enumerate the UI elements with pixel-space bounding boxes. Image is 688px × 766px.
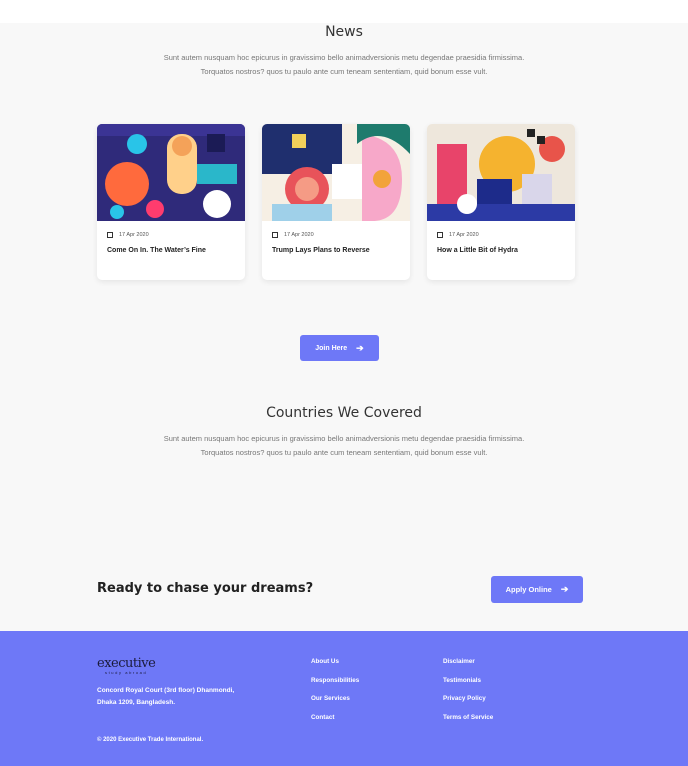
footer-link-disclaimer[interactable]: Disclaimer [443, 658, 493, 677]
news-title: News [325, 24, 363, 40]
cta-heading: Ready to chase your dreams? [97, 581, 314, 596]
footer-link-our-services[interactable]: Our Services [311, 695, 359, 714]
join-here-label: Join Here [315, 344, 348, 352]
news-desc-line1: Sunt autem nusquam hoc epicurus in gravi… [163, 53, 525, 62]
news-description: Sunt autem nusquam hoc epicurus in gravi… [130, 51, 558, 79]
news-card[interactable]: 17 Apr 2020 Come On In. The Water’s Fine [97, 124, 245, 280]
card-title[interactable]: Trump Lays Plans to Reverse [272, 247, 370, 254]
footer-links-col1: About Us Responsibilities Our Services C… [311, 658, 359, 732]
countries-description: Sunt autem nusquam hoc epicurus in gravi… [130, 432, 558, 460]
news-card[interactable]: 17 Apr 2020 How a Little Bit of Hydra [427, 124, 575, 280]
card-date: 17 Apr 2020 [437, 232, 479, 238]
logo-text: executive [97, 656, 156, 671]
footer-link-testimonials[interactable]: Testimonials [443, 677, 493, 696]
copyright: © 2020 Executive Trade International. [97, 737, 204, 743]
card-date: 17 Apr 2020 [272, 232, 314, 238]
footer-links-col2: Disclaimer Testimonials Privacy Policy T… [443, 658, 493, 732]
countries-desc-line2: Torquatos nostros? quos tu paulo ante cu… [200, 448, 488, 457]
footer-link-about-us[interactable]: About Us [311, 658, 359, 677]
card-date-text: 17 Apr 2020 [119, 232, 149, 238]
card-date-text: 17 Apr 2020 [284, 232, 314, 238]
calendar-icon [272, 232, 278, 238]
news-desc-line2: Torquatos nostros? quos tu paulo ante cu… [200, 67, 488, 76]
address-line2: Dhaka 1209, Bangladesh. [97, 699, 176, 706]
countries-desc-line1: Sunt autem nusquam hoc epicurus in gravi… [163, 434, 525, 443]
apply-online-label: Apply Online [505, 585, 552, 594]
arrow-right-icon: ➔ [560, 584, 569, 594]
footer-link-privacy-policy[interactable]: Privacy Policy [443, 695, 493, 714]
footer-logo[interactable]: executive study abroad [97, 656, 156, 675]
countries-title: Countries We Covered [266, 405, 422, 421]
news-card-image [427, 124, 575, 221]
footer-link-responsibilities[interactable]: Responsibilities [311, 677, 359, 696]
calendar-icon [107, 232, 113, 238]
card-date: 17 Apr 2020 [107, 232, 149, 238]
news-card[interactable]: 17 Apr 2020 Trump Lays Plans to Reverse [262, 124, 410, 280]
footer-address: Concord Royal Court (3rd floor) Dhanmond… [97, 685, 234, 709]
arrow-right-icon: ➔ [356, 342, 364, 353]
footer: executive study abroad Concord Royal Cou… [0, 631, 688, 766]
card-date-text: 17 Apr 2020 [449, 232, 479, 238]
calendar-icon [437, 232, 443, 238]
footer-link-terms-of-service[interactable]: Terms of Service [443, 714, 493, 733]
apply-online-button[interactable]: Apply Online ➔ [491, 576, 583, 603]
card-title[interactable]: How a Little Bit of Hydra [437, 247, 518, 254]
card-title[interactable]: Come On In. The Water’s Fine [107, 247, 206, 254]
news-card-image [262, 124, 410, 221]
footer-link-contact[interactable]: Contact [311, 714, 359, 733]
top-header-bar [0, 0, 688, 23]
address-line1: Concord Royal Court (3rd floor) Dhanmond… [97, 687, 235, 694]
news-card-image [97, 124, 245, 221]
join-here-button[interactable]: Join Here ➔ [300, 335, 379, 361]
